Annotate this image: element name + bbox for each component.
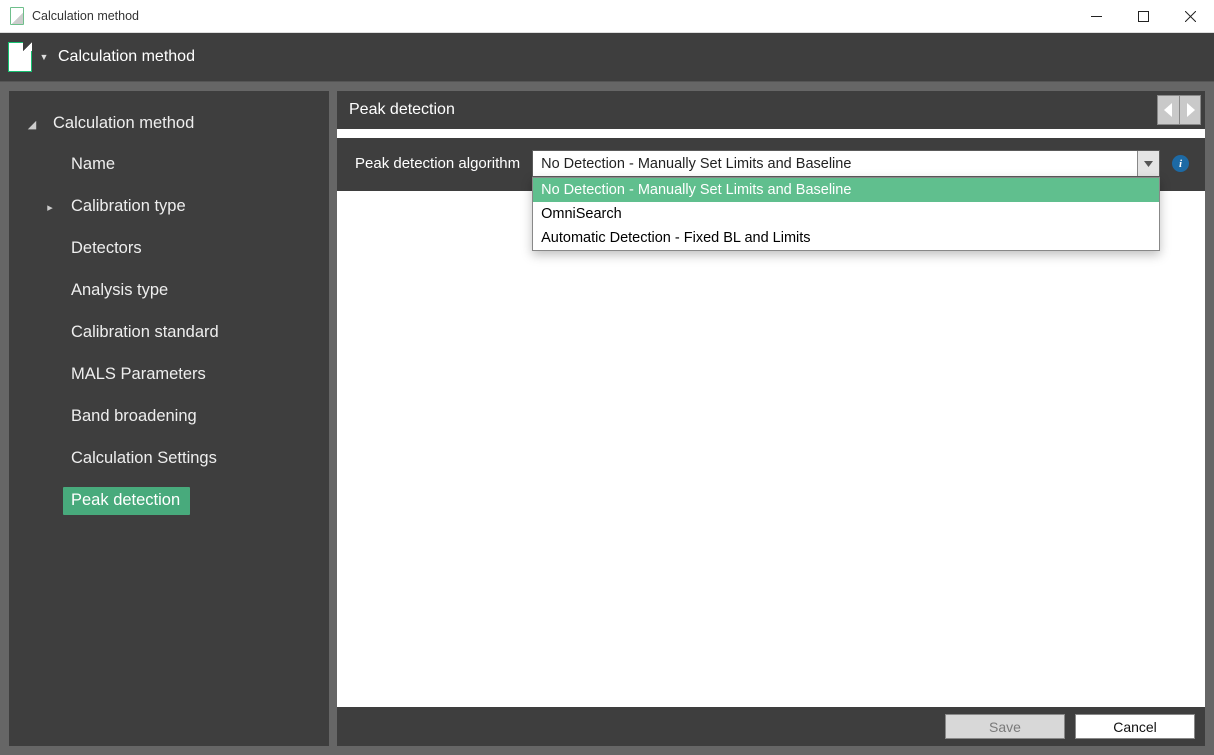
close-button[interactable] <box>1167 0 1214 33</box>
sidebar: ◢ Calculation method Name ▸ Calibration … <box>9 91 329 746</box>
tree-item-label: Calibration type <box>63 193 196 221</box>
tree-item-label: Analysis type <box>63 277 178 305</box>
ribbon-dropdown-arrow[interactable]: ▼ <box>38 51 50 63</box>
panel-nav-prev[interactable] <box>1157 95 1179 125</box>
panel-title: Peak detection <box>349 101 455 119</box>
tree-item-calibration-type[interactable]: ▸ Calibration type <box>19 189 321 225</box>
tree-root-label: Calculation method <box>45 110 204 138</box>
tree-item-label: Detectors <box>63 235 152 263</box>
tree-item-analysis-type[interactable]: Analysis type <box>19 273 321 309</box>
panel-nav-next[interactable] <box>1179 95 1201 125</box>
panel-header: Peak detection <box>337 91 1205 129</box>
save-button[interactable]: Save <box>945 714 1065 739</box>
tree-item-label: Name <box>63 151 125 179</box>
tree-item-label: Calibration standard <box>63 319 229 347</box>
dropdown-option[interactable]: Automatic Detection - Fixed BL and Limit… <box>533 226 1159 250</box>
tree-item-label: Calculation Settings <box>63 445 227 473</box>
panel-nav-buttons <box>1157 91 1205 129</box>
tree-item-calibration-standard[interactable]: Calibration standard <box>19 315 321 351</box>
tree-item-peak-detection[interactable]: Peak detection <box>19 483 321 519</box>
tree-item-calculation-settings[interactable]: Calculation Settings <box>19 441 321 477</box>
body-area: ◢ Calculation method Name ▸ Calibration … <box>0 82 1214 755</box>
tree-item-name[interactable]: Name <box>19 147 321 183</box>
info-icon[interactable]: i <box>1172 155 1189 172</box>
panel-content <box>337 191 1205 707</box>
select-value: No Detection - Manually Set Limits and B… <box>541 156 1137 172</box>
maximize-button[interactable] <box>1120 0 1167 33</box>
field-label: Peak detection algorithm <box>355 155 520 172</box>
minimize-button[interactable] <box>1073 0 1120 33</box>
peak-detection-algorithm-select[interactable]: No Detection - Manually Set Limits and B… <box>532 150 1160 177</box>
chevron-down-icon <box>1137 151 1159 176</box>
title-bar: Calculation method <box>0 0 1214 33</box>
dropdown-option[interactable]: No Detection - Manually Set Limits and B… <box>533 178 1159 202</box>
combo-wrapper: No Detection - Manually Set Limits and B… <box>532 150 1160 177</box>
cancel-button[interactable]: Cancel <box>1075 714 1195 739</box>
chevron-right-icon: ▸ <box>43 201 57 214</box>
tree-item-label: Band broadening <box>63 403 207 431</box>
main-panel: Peak detection Peak detection algorithm … <box>337 91 1205 746</box>
tree-item-label: MALS Parameters <box>63 361 216 389</box>
document-icon <box>8 42 32 72</box>
tree-item-label: Peak detection <box>63 487 190 515</box>
dropdown-option[interactable]: OmniSearch <box>533 202 1159 226</box>
panel-footer: Save Cancel <box>337 707 1205 746</box>
ribbon-title: Calculation method <box>58 48 195 66</box>
select-dropdown: No Detection - Manually Set Limits and B… <box>532 177 1160 251</box>
document-icon <box>10 7 24 25</box>
tree-root[interactable]: ◢ Calculation method <box>19 107 321 141</box>
window-title: Calculation method <box>32 9 1073 23</box>
chevron-down-icon: ◢ <box>25 118 39 131</box>
ribbon-bar: ▼ Calculation method <box>0 33 1214 82</box>
form-row-peak-detection-algorithm: Peak detection algorithm No Detection - … <box>337 138 1205 191</box>
tree-item-band-broadening[interactable]: Band broadening <box>19 399 321 435</box>
tree-item-detectors[interactable]: Detectors <box>19 231 321 267</box>
tree-item-mals-parameters[interactable]: MALS Parameters <box>19 357 321 393</box>
